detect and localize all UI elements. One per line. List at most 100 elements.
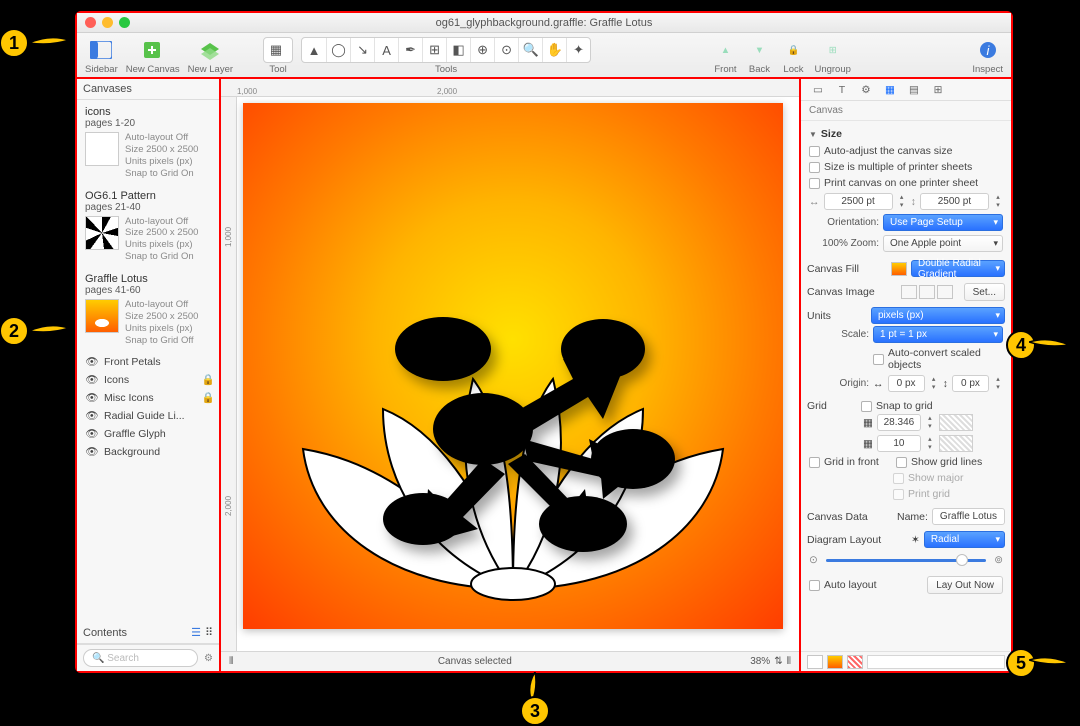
layer-row[interactable]: 👁Radial Guide Li...	[85, 407, 215, 425]
sidebar-button[interactable]: Sidebar	[85, 37, 118, 75]
width-stepper[interactable]: ▴▾	[897, 194, 907, 210]
height-stepper[interactable]: ▴▾	[993, 194, 1003, 210]
search-input[interactable]: 🔍 Search	[83, 649, 198, 667]
selection-tool-icon[interactable]: ▲	[302, 38, 326, 62]
stroke-swatch[interactable]	[847, 655, 863, 669]
canvas-tab-icon[interactable]: ▦	[881, 82, 899, 98]
canvas-viewport[interactable]: 1,000 2,000	[221, 97, 799, 651]
stamp-tool-icon[interactable]: ⊕	[470, 38, 494, 62]
gear-icon[interactable]: ⚙	[204, 653, 213, 664]
stencils-tab-icon[interactable]: ⊞	[929, 82, 947, 98]
front-button[interactable]: ▲Front	[712, 37, 738, 75]
back-button[interactable]: ▼Back	[746, 37, 772, 75]
properties-tab-icon[interactable]: ⚙	[857, 82, 875, 98]
text-tool-icon[interactable]: A	[374, 38, 398, 62]
visibility-icon[interactable]: 👁	[85, 427, 99, 441]
print-grid-checkbox[interactable]	[893, 489, 904, 500]
document-tab-icon[interactable]: ▤	[905, 82, 923, 98]
inspect-button[interactable]: iInspect	[972, 37, 1003, 75]
hand-tool-icon[interactable]: ✋	[542, 38, 566, 62]
canvas-item[interactable]: icons pages 1-20 Auto-layout OffSize 250…	[77, 100, 219, 184]
canvas-fill-section: Canvas Fill Double Radial Gradient	[807, 260, 1005, 277]
grid-front-checkbox[interactable]	[809, 457, 820, 468]
ungroup-button[interactable]: ⊞Ungroup	[814, 37, 850, 75]
list-view-icon[interactable]: ⠿	[205, 626, 213, 639]
zoom-stepper-icon[interactable]: ⇅	[774, 656, 782, 667]
search-icon: 🔍	[92, 653, 104, 664]
show-lines-checkbox[interactable]	[896, 457, 907, 468]
auto-convert-checkbox[interactable]	[873, 354, 884, 365]
grid-spacing-field[interactable]: 28.346	[877, 414, 921, 431]
shape-tool-icon[interactable]: ◯	[326, 38, 350, 62]
lock-icon[interactable]: 🔒	[201, 373, 215, 387]
zoom-tool-icon[interactable]: 🔍	[518, 38, 542, 62]
snap-grid-checkbox[interactable]	[861, 401, 872, 412]
fill-swatch[interactable]	[827, 655, 843, 669]
visibility-icon[interactable]: 👁	[85, 391, 99, 405]
multiple-sheets-checkbox[interactable]	[809, 162, 820, 173]
canvas-item-selected[interactable]: Graffle Lotus pages 41-60 Auto-layout Of…	[77, 267, 219, 351]
origin-x-field[interactable]: 0 px	[888, 375, 925, 392]
layer-row[interactable]: 👁Misc Icons🔒	[85, 389, 215, 407]
object-tab-icon[interactable]: ▭	[809, 82, 827, 98]
scroll-right-icon[interactable]: ⦀	[787, 656, 791, 667]
artboard[interactable]	[243, 103, 783, 629]
layer-row[interactable]: 👁Graffle Glyph	[85, 425, 215, 443]
canvas-name-field[interactable]: Graffle Lotus	[932, 508, 1005, 525]
visibility-icon[interactable]: 👁	[85, 409, 99, 423]
auto-adjust-checkbox[interactable]	[809, 146, 820, 157]
point-tool-icon[interactable]: ✦	[566, 38, 590, 62]
visibility-icon[interactable]: 👁	[85, 355, 99, 369]
show-major-checkbox[interactable]	[893, 473, 904, 484]
lock-icon[interactable]: 🔒	[201, 391, 215, 405]
new-canvas-button[interactable]: New Canvas	[126, 37, 180, 75]
sidebar-header: Canvases	[77, 79, 219, 100]
layer-row[interactable]: 👁Icons🔒	[85, 371, 215, 389]
grid-subdiv-field[interactable]: 10	[877, 435, 921, 452]
style-swatch[interactable]	[807, 655, 823, 669]
type-tab-icon[interactable]: T	[833, 82, 851, 98]
origin-y-field[interactable]: 0 px	[952, 375, 989, 392]
one-sheet-checkbox[interactable]	[809, 178, 820, 189]
style-tray[interactable]	[867, 655, 1005, 669]
new-layer-button[interactable]: New Layer	[188, 37, 233, 75]
pen-tool-icon[interactable]: ✒	[398, 38, 422, 62]
layer-row[interactable]: 👁Front Petals	[85, 353, 215, 371]
diagram-tool-icon[interactable]: ⊞	[422, 38, 446, 62]
zoom-icon[interactable]	[119, 17, 130, 28]
spacing-slider[interactable]	[826, 559, 986, 562]
outline-view-icon[interactable]: ☰	[191, 626, 201, 639]
img-align-icon[interactable]	[901, 285, 917, 299]
tool-selector[interactable]: ▦	[264, 38, 288, 62]
inspector: ▭ T ⚙ ▦ ▤ ⊞ Canvas Size Auto-adjust the …	[801, 79, 1011, 671]
fill-select[interactable]: Double Radial Gradient	[911, 260, 1005, 277]
scale-select[interactable]: 1 pt = 1 px	[873, 326, 1003, 343]
layout-select[interactable]: Radial	[924, 531, 1005, 548]
lock-button[interactable]: 🔒Lock	[780, 37, 806, 75]
grid-minor-swatch[interactable]	[939, 435, 973, 452]
close-icon[interactable]	[85, 17, 96, 28]
lay-out-now-button[interactable]: Lay Out Now	[927, 576, 1003, 594]
set-image-button[interactable]: Set...	[964, 283, 1005, 301]
img-align-icon[interactable]	[937, 285, 953, 299]
img-align-icon[interactable]	[919, 285, 935, 299]
line-tool-icon[interactable]: ↘	[350, 38, 374, 62]
style-tool-icon[interactable]: ◧	[446, 38, 470, 62]
status-text: Canvas selected	[233, 656, 716, 667]
grid-major-swatch[interactable]	[939, 414, 973, 431]
visibility-icon[interactable]: 👁	[85, 445, 99, 459]
zoom-level[interactable]: 38%	[716, 656, 770, 667]
zoom-select[interactable]: One Apple point	[883, 235, 1003, 252]
fill-swatch[interactable]	[891, 262, 907, 276]
auto-layout-checkbox[interactable]	[809, 580, 820, 591]
width-field[interactable]: 2500 pt	[824, 193, 893, 210]
minimize-icon[interactable]	[102, 17, 113, 28]
units-select[interactable]: pixels (px)	[871, 307, 1005, 324]
canvas-item[interactable]: OG6.1 Pattern pages 21-40 Auto-layout Of…	[77, 184, 219, 268]
magnet-tool-icon[interactable]: ⊙	[494, 38, 518, 62]
window-controls	[85, 17, 130, 28]
layer-row[interactable]: 👁Background	[85, 443, 215, 461]
height-field[interactable]: 2500 pt	[920, 193, 989, 210]
orientation-select[interactable]: Use Page Setup	[883, 214, 1003, 231]
visibility-icon[interactable]: 👁	[85, 373, 99, 387]
